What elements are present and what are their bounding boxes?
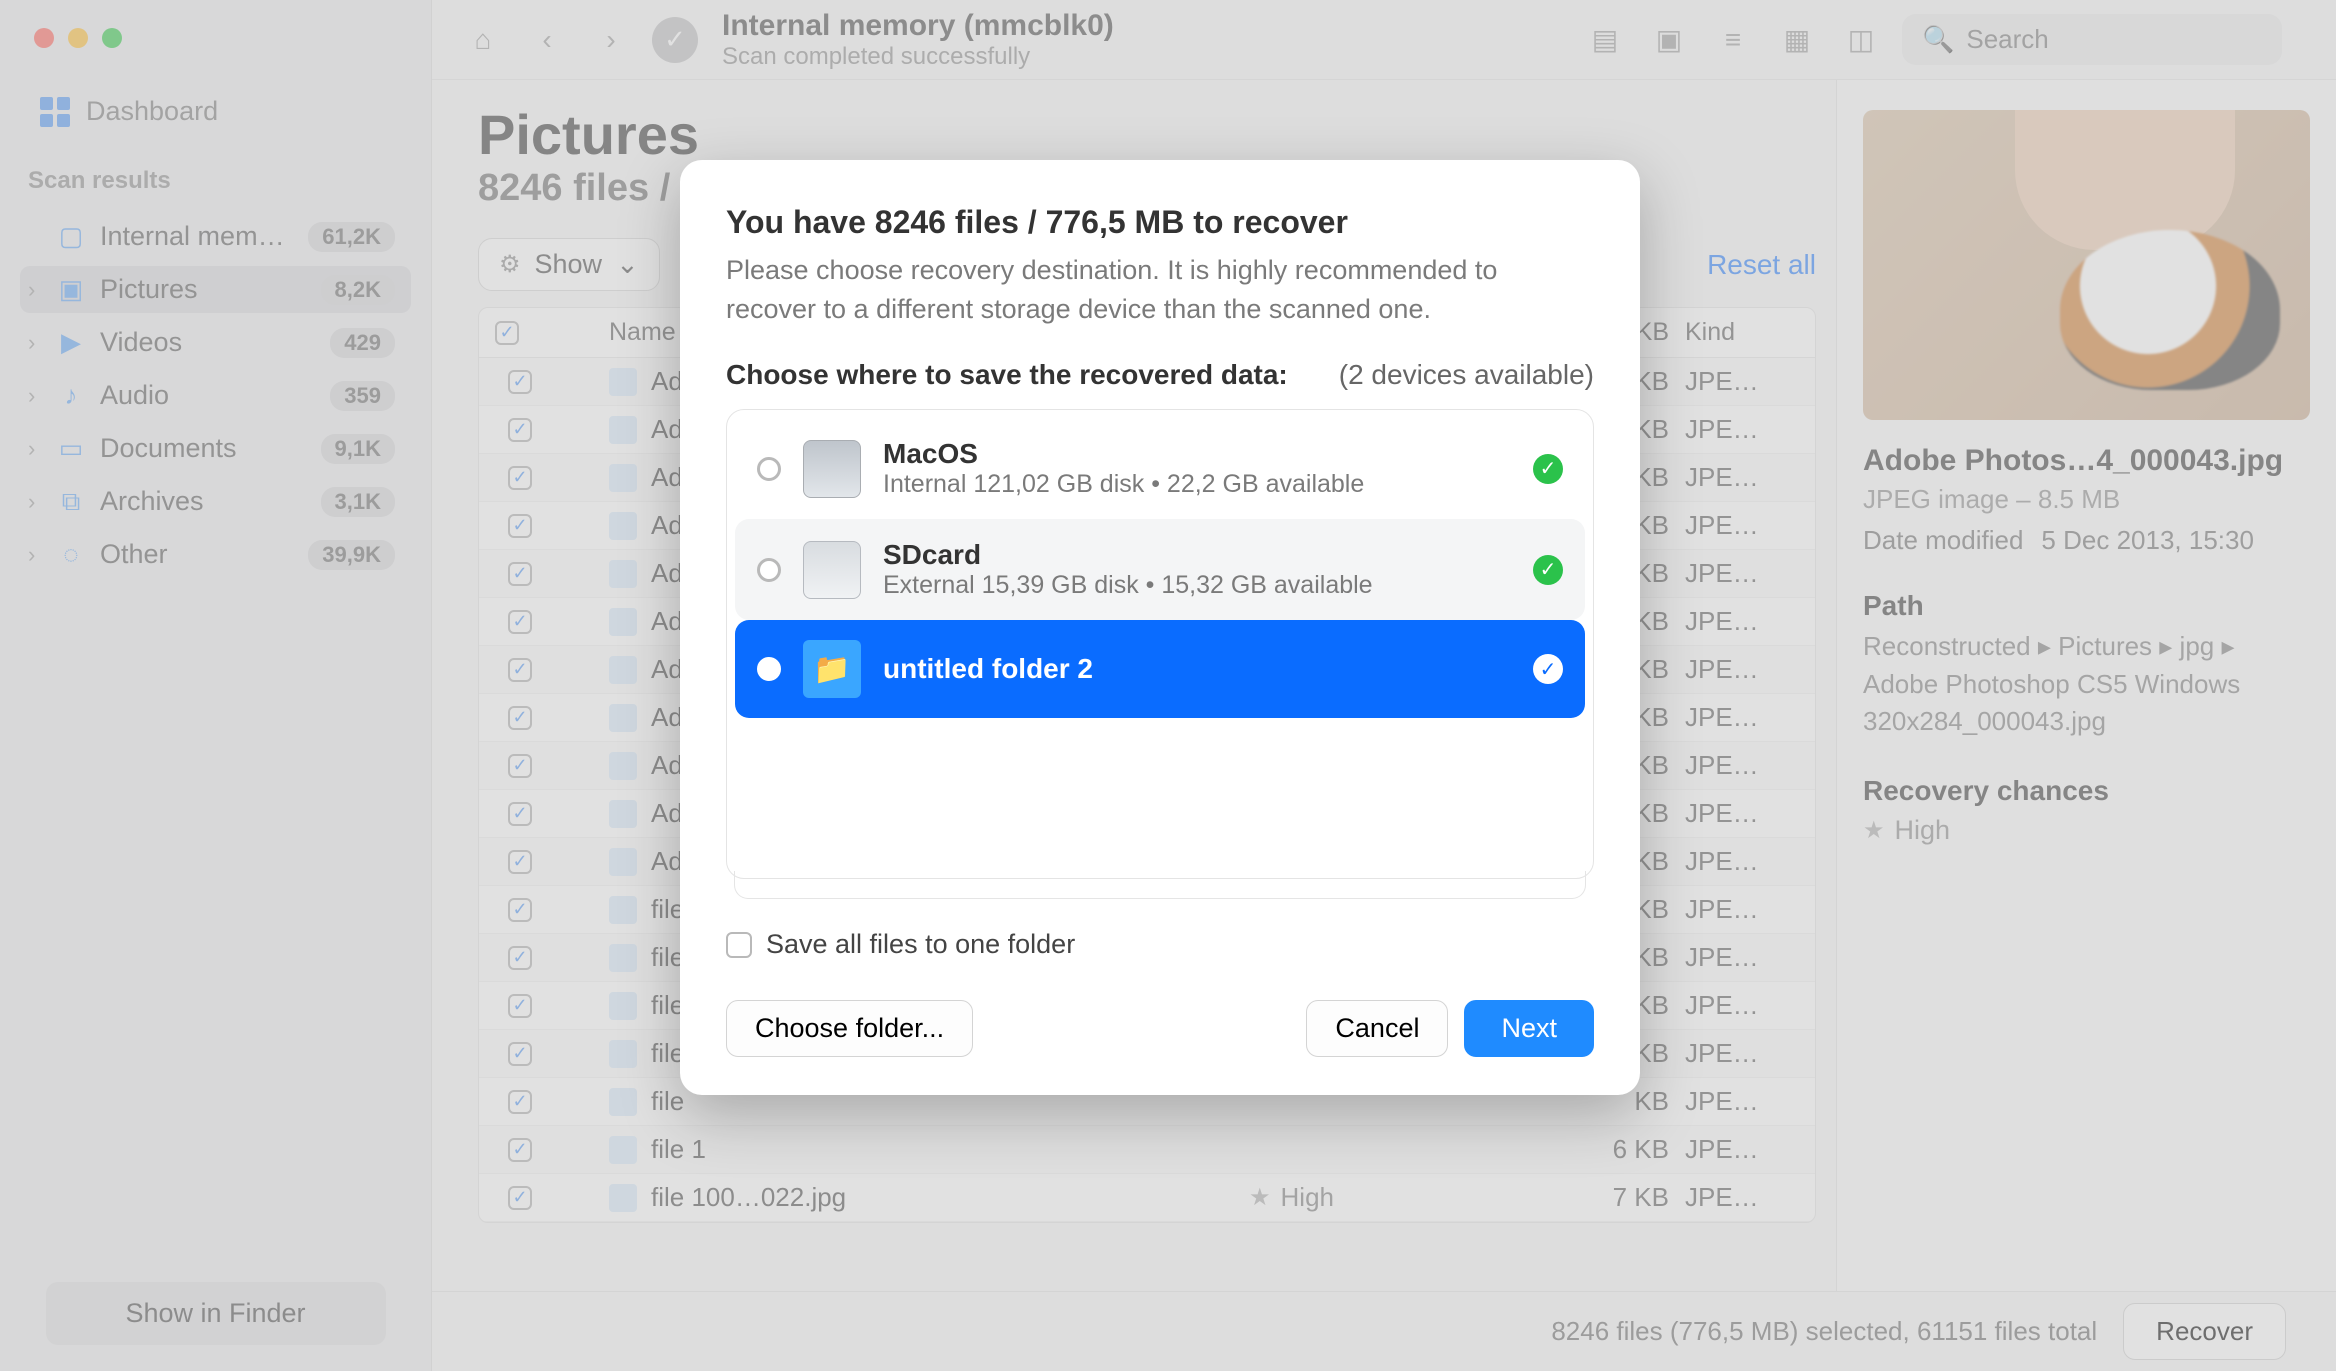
next-button[interactable]: Next [1464,1000,1594,1057]
destination-option[interactable]: MacOS Internal 121,02 GB disk • 22,2 GB … [735,418,1585,519]
destination-subtitle: External 15,39 GB disk • 15,32 GB availa… [883,571,1511,600]
destination-radio[interactable] [757,558,781,582]
destination-name: untitled folder 2 [883,653,1511,685]
destination-subtitle: Internal 121,02 GB disk • 22,2 GB availa… [883,470,1511,499]
destination-name: SDcard [883,539,1511,571]
check-icon: ✓ [1533,555,1563,585]
modal-choose-label: Choose where to save the recovered data: [726,359,1288,391]
destination-list: MacOS Internal 121,02 GB disk • 22,2 GB … [726,409,1594,879]
save-one-folder-label: Save all files to one folder [766,929,1075,960]
choose-folder-button[interactable]: Choose folder... [726,1000,973,1057]
modal-description: Please choose recovery destination. It i… [726,251,1594,329]
recovery-destination-dialog: You have 8246 files / 776,5 MB to recove… [680,160,1640,1095]
destination-radio[interactable] [757,457,781,481]
destination-option[interactable]: SDcard External 15,39 GB disk • 15,32 GB… [735,519,1585,620]
sd-icon [803,541,861,599]
modal-devices-count: (2 devices available) [1339,359,1594,391]
modal-title: You have 8246 files / 776,5 MB to recove… [726,204,1594,241]
destination-radio[interactable] [757,657,781,681]
check-icon: ✓ [1533,454,1563,484]
fold-icon: 📁 [803,640,861,698]
save-one-folder-checkbox[interactable] [726,932,752,958]
destination-list-extra [734,871,1586,899]
cancel-button[interactable]: Cancel [1306,1000,1448,1057]
destination-name: MacOS [883,438,1511,470]
hdd-icon [803,440,861,498]
destination-option[interactable]: 📁 untitled folder 2 ✓ [735,620,1585,718]
check-icon: ✓ [1533,654,1563,684]
